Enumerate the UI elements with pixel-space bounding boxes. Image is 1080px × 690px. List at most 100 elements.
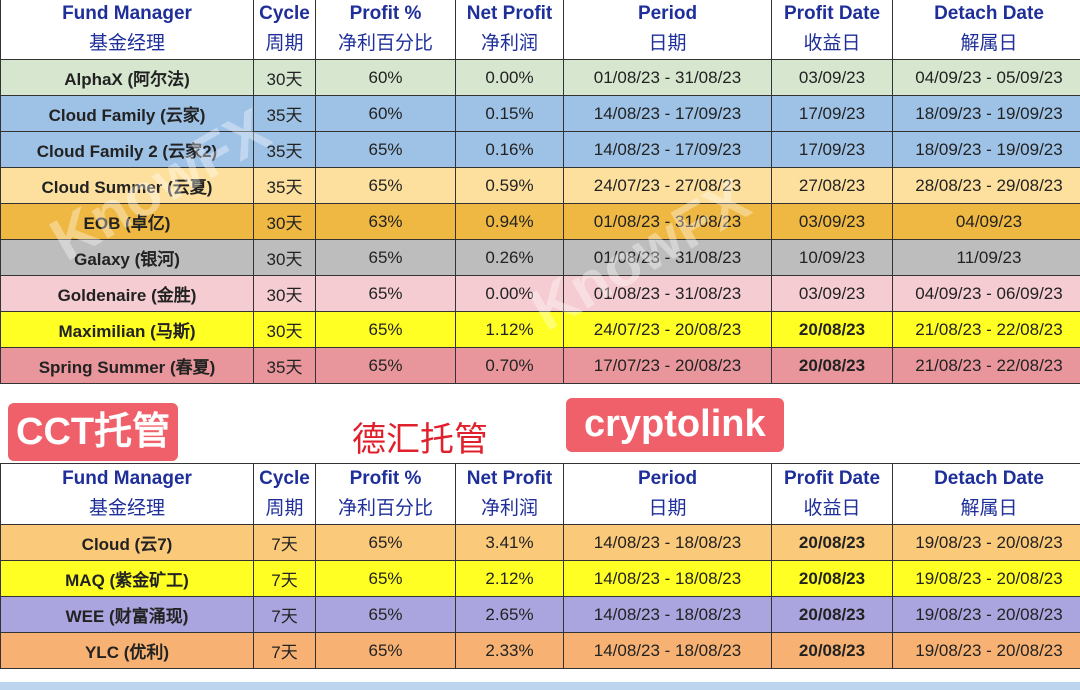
header-en: Period (637, 3, 698, 24)
header-cn: 周期 (265, 33, 304, 54)
cell-ddate: 28/08/23 - 29/08/23 (892, 167, 1080, 204)
next-row-fragment (0, 682, 1080, 690)
cell-ddate: 19/08/23 - 20/08/23 (892, 560, 1080, 597)
header-en: Profit % (349, 3, 422, 24)
cell-profit: 60% (315, 59, 456, 96)
cell-net: 0.16% (455, 131, 564, 168)
cell-pdate: 03/09/23 (771, 275, 893, 312)
table-row: MAQ (紫金矿工) 7天 65% 2.12% 14/08/23 - 18/08/23 2… (0, 560, 1080, 597)
cell-period: 24/07/23 - 27/08/23 (563, 167, 772, 204)
header-en: Cycle (259, 468, 310, 489)
header-en: Detach Date (934, 3, 1044, 24)
cell-ddate: 11/09/23 (892, 239, 1080, 276)
cell-pdate: 20/08/23 (771, 524, 893, 561)
column-header: Profit Date 收益日 (771, 463, 893, 525)
cell-name: Cloud Family (云家) (0, 95, 254, 132)
cell-cycle: 30天 (253, 203, 316, 240)
cell-profit: 65% (315, 167, 456, 204)
header-en: Net Profit (466, 3, 553, 24)
header-en: Net Profit (466, 468, 553, 489)
table-body: Cloud (云7) 7天 65% 3.41% 14/08/23 - 18/08/23 2… (0, 524, 1080, 669)
header-cn: 基金经理 (88, 498, 165, 519)
table-row: Galaxy (银河) 30天 65% 0.26% 01/08/23 - 31/08/2… (0, 239, 1080, 276)
cell-net: 0.00% (455, 59, 564, 96)
cell-period: 14/08/23 - 18/08/23 (563, 524, 772, 561)
cell-pdate: 17/09/23 (771, 95, 893, 132)
header-cn: 净利润 (480, 33, 538, 54)
cell-net: 0.00% (455, 275, 564, 312)
cell-profit: 65% (315, 632, 456, 669)
header-en: Profit Date (783, 3, 881, 24)
header-en: Period (637, 468, 698, 489)
header-en: Cycle (259, 3, 310, 24)
table-row: YLC (优利) 7天 65% 2.33% 14/08/23 - 18/08/23 20/… (0, 632, 1080, 669)
cell-period: 01/08/23 - 31/08/23 (563, 239, 772, 276)
header-en: Profit Date (783, 468, 881, 489)
cell-profit: 65% (315, 131, 456, 168)
cell-cycle: 7天 (253, 596, 316, 633)
cell-cycle: 35天 (253, 95, 316, 132)
header-cn: 收益日 (803, 498, 861, 519)
cell-pdate: 20/08/23 (771, 596, 893, 633)
cell-profit: 65% (315, 275, 456, 312)
cell-ddate: 19/08/23 - 20/08/23 (892, 632, 1080, 669)
cell-pdate: 03/09/23 (771, 59, 893, 96)
cell-ddate: 04/09/23 (892, 203, 1080, 240)
header-cn: 日期 (648, 498, 687, 519)
cell-period: 14/08/23 - 18/08/23 (563, 596, 772, 633)
table-row: EOB (卓亿) 30天 63% 0.94% 01/08/23 - 31/08/23 03… (0, 203, 1080, 240)
column-header: Period 日期 (563, 0, 772, 60)
cell-ddate: 21/08/23 - 22/08/23 (892, 347, 1080, 384)
cell-name: Maximilian (马斯) (0, 311, 254, 348)
cell-net: 2.12% (455, 560, 564, 597)
cell-name: Cloud Summer (云夏) (0, 167, 254, 204)
cell-net: 3.41% (455, 524, 564, 561)
cell-ddate: 04/09/23 - 05/09/23 (892, 59, 1080, 96)
column-header: Fund Manager 基金经理 (0, 463, 254, 525)
header-cn: 解属日 (960, 33, 1018, 54)
cell-name: Spring Summer (春夏) (0, 347, 254, 384)
cell-pdate: 20/08/23 (771, 347, 893, 384)
cell-pdate: 20/08/23 (771, 311, 893, 348)
header-cn: 基金经理 (88, 33, 165, 54)
header-cn: 净利百分比 (337, 33, 433, 54)
table-row: Goldenaire (金胜) 30天 65% 0.00% 01/08/23 - 31/… (0, 275, 1080, 312)
cell-period: 01/08/23 - 31/08/23 (563, 275, 772, 312)
cell-cycle: 7天 (253, 524, 316, 561)
cell-cycle: 7天 (253, 632, 316, 669)
table-body: AlphaX (阿尔法) 30天 60% 0.00% 01/08/23 - 31/08/… (0, 59, 1080, 384)
cct-label: CCT托管 (8, 403, 179, 461)
cell-net: 1.12% (455, 311, 564, 348)
column-header: Detach Date 解属日 (892, 0, 1080, 60)
header-row: Fund Manager 基金经理 Cycle 周期 Profit % 净利百分比 Net … (0, 0, 1080, 60)
cell-profit: 65% (315, 524, 456, 561)
cell-cycle: 35天 (253, 167, 316, 204)
header-en: Detach Date (934, 468, 1044, 489)
cell-pdate: 03/09/23 (771, 203, 893, 240)
cell-ddate: 04/09/23 - 06/09/23 (892, 275, 1080, 312)
cell-pdate: 17/09/23 (771, 131, 893, 168)
cell-name: EOB (卓亿) (0, 203, 254, 240)
cell-net: 0.26% (455, 239, 564, 276)
header-cn: 解属日 (960, 498, 1018, 519)
header-en: Fund Manager (62, 468, 192, 489)
cell-period: 14/08/23 - 18/08/23 (563, 632, 772, 669)
header-cn: 净利百分比 (337, 498, 433, 519)
table-row: Cloud Family (云家) 35天 60% 0.15% 14/08/23 - 1… (0, 95, 1080, 132)
table-row: Cloud Family 2 (云家2) 35天 65% 0.16% 14/08/23 … (0, 131, 1080, 168)
cell-cycle: 7天 (253, 560, 316, 597)
cell-net: 0.70% (455, 347, 564, 384)
cell-name: Cloud (云7) (0, 524, 254, 561)
table-row: AlphaX (阿尔法) 30天 60% 0.00% 01/08/23 - 31/08/… (0, 59, 1080, 96)
header-en: Profit % (349, 468, 422, 489)
cell-cycle: 30天 (253, 239, 316, 276)
cell-cycle: 30天 (253, 59, 316, 96)
dehui-label: 德汇托管 (352, 421, 488, 459)
column-header: Cycle 周期 (253, 463, 316, 525)
cell-cycle: 35天 (253, 131, 316, 168)
fund-table-1: Fund Manager 基金经理 Cycle 周期 Profit % 净利百分比 Net … (0, 0, 1080, 384)
cell-name: MAQ (紫金矿工) (0, 560, 254, 597)
cell-profit: 65% (315, 311, 456, 348)
column-header: Cycle 周期 (253, 0, 316, 60)
cell-period: 14/08/23 - 18/08/23 (563, 560, 772, 597)
